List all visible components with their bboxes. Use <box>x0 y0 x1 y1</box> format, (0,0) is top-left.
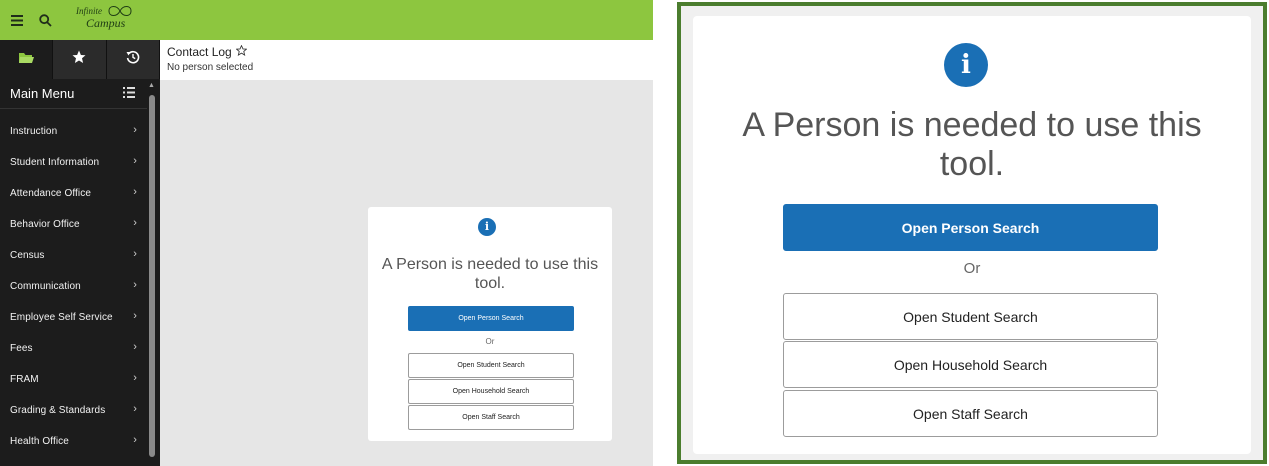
sidebar-item-label: FRAM <box>10 374 39 385</box>
open-person-search-button[interactable]: Open Person Search <box>408 306 574 331</box>
chevron-right-icon: › <box>133 155 137 167</box>
star-icon <box>72 50 86 69</box>
person-required-message: A Person is needed to use this tool. <box>381 256 599 292</box>
sidebar-item-label: Student Information <box>10 157 100 168</box>
chevron-right-icon: › <box>133 124 137 136</box>
search-icon[interactable] <box>32 0 58 40</box>
chevron-right-icon: › <box>133 372 137 384</box>
history-icon <box>126 50 140 69</box>
tab-favorites[interactable] <box>53 40 107 79</box>
sidebar-item-label: Behavior Office <box>10 219 80 230</box>
sidebar-item-grading-standards[interactable]: Grading & Standards › <box>0 395 147 426</box>
sidebar-item-instruction[interactable]: Instruction › <box>0 116 147 147</box>
main-menu-label: Main Menu <box>10 86 75 101</box>
sidebar-item-label: Employee Self Service <box>10 312 113 323</box>
sidebar-item-fees[interactable]: Fees › <box>0 333 147 364</box>
or-separator: Or <box>963 260 981 277</box>
chevron-right-icon: › <box>133 403 137 415</box>
person-required-card: i A Person is needed to use this tool. O… <box>368 207 612 441</box>
scroll-up-arrow-icon[interactable]: ▲ <box>148 82 155 89</box>
chevron-right-icon: › <box>133 341 137 353</box>
sidebar-item-communication[interactable]: Communication › <box>0 271 147 302</box>
sidebar-item-label: Fees <box>10 343 33 354</box>
open-student-search-button[interactable]: Open Student Search <box>783 293 1158 340</box>
main-content: Contact Log No person selected i A Perso… <box>160 40 653 466</box>
sidebar-item-label: Grading & Standards <box>10 405 106 416</box>
chevron-right-icon: › <box>133 248 137 260</box>
scrollbar-thumb[interactable] <box>149 95 155 457</box>
sidebar-item-census[interactable]: Census › <box>0 240 147 271</box>
chevron-right-icon: › <box>133 217 137 229</box>
sidebar: Main Menu Instruction › Student Informati… <box>0 40 160 466</box>
zoomed-card-panel: i A Person is needed to use this tool. O… <box>677 2 1267 464</box>
sidebar-tabs <box>0 40 160 79</box>
sidebar-item-label: Census <box>10 250 45 261</box>
chevron-right-icon: › <box>133 310 137 322</box>
favorite-star-icon[interactable] <box>235 44 248 59</box>
chevron-right-icon: › <box>133 434 137 446</box>
open-staff-search-button[interactable]: Open Staff Search <box>783 390 1158 437</box>
sidebar-item-fram[interactable]: FRAM › <box>0 364 147 395</box>
page-subtitle: No person selected <box>167 62 254 73</box>
open-household-search-button[interactable]: Open Household Search <box>783 341 1158 388</box>
sidebar-item-label: Instruction <box>10 126 58 137</box>
app-window: Infinite Campus Main Menu Instruction › … <box>0 0 653 466</box>
sidebar-item-label: Health Office <box>10 436 69 447</box>
tab-history[interactable] <box>106 40 160 79</box>
open-student-search-button[interactable]: Open Student Search <box>408 353 574 378</box>
open-person-search-button[interactable]: Open Person Search <box>783 204 1158 251</box>
info-icon: i <box>478 218 496 236</box>
page-title: Contact Log <box>167 45 232 59</box>
tab-folder[interactable] <box>0 40 54 79</box>
chevron-right-icon: › <box>133 186 137 198</box>
open-household-search-button[interactable]: Open Household Search <box>408 379 574 404</box>
sidebar-item-attendance-office[interactable]: Attendance Office › <box>0 178 147 209</box>
person-required-message: A Person is needed to use this tool. <box>742 106 1202 183</box>
sidebar-item-student-information[interactable]: Student Information › <box>0 147 147 178</box>
folder-icon <box>18 51 34 69</box>
sidebar-item-behavior-office[interactable]: Behavior Office › <box>0 209 147 240</box>
sidebar-item-label: Attendance Office <box>10 188 92 199</box>
page-header: Contact Log No person selected <box>160 40 653 80</box>
main-menu-header: Main Menu <box>0 79 147 109</box>
chevron-right-icon: › <box>133 279 137 291</box>
top-bar: Infinite Campus <box>0 0 653 40</box>
sidebar-scrollbar[interactable]: ▲ <box>147 79 157 466</box>
menu-list-icon[interactable] <box>123 86 135 101</box>
sidebar-item-employee-self-service[interactable]: Employee Self Service › <box>0 302 147 333</box>
open-staff-search-button[interactable]: Open Staff Search <box>408 405 574 430</box>
sidebar-item-label: Communication <box>10 281 81 292</box>
infinite-campus-logo: Infinite Campus <box>74 5 144 35</box>
or-separator: Or <box>485 337 495 346</box>
sidebar-item-health-office[interactable]: Health Office › <box>0 426 147 457</box>
person-required-card-zoomed: i A Person is needed to use this tool. O… <box>693 16 1251 454</box>
hamburger-menu-icon[interactable] <box>4 0 30 40</box>
info-icon: i <box>944 43 988 87</box>
main-menu-list: Instruction › Student Information › Attend… <box>0 116 147 457</box>
